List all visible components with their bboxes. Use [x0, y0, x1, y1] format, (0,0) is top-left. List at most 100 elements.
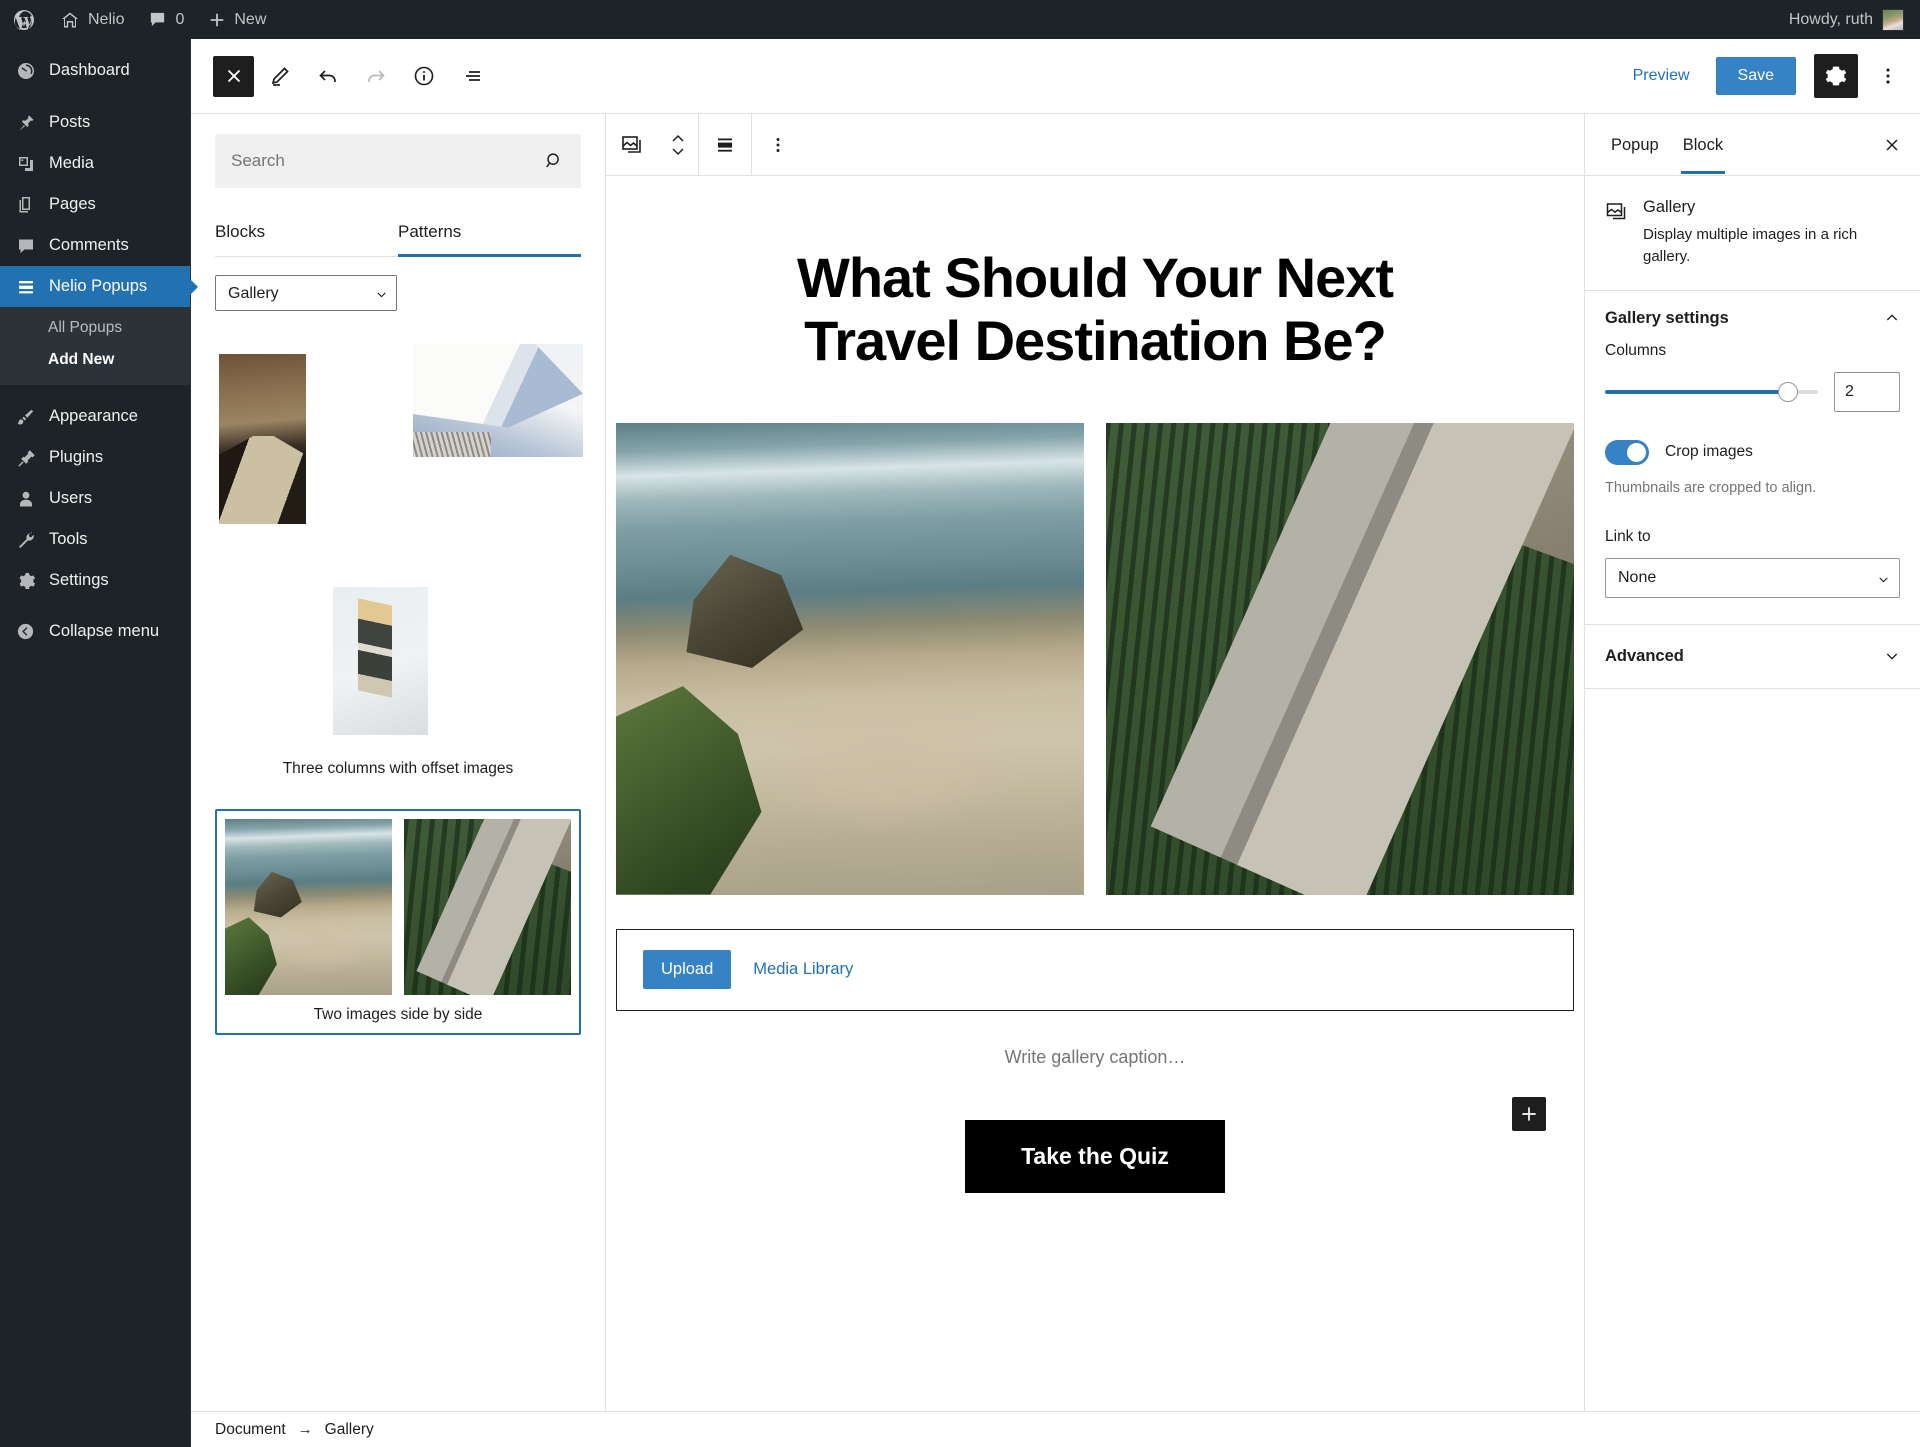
- pattern-thumb-image: [225, 819, 392, 995]
- user-icon: [15, 488, 36, 509]
- beach-rock-detail: [252, 872, 302, 918]
- details-button[interactable]: [402, 54, 446, 98]
- advanced-panel-header[interactable]: Advanced: [1605, 647, 1900, 666]
- sidebar-item-tools[interactable]: Tools: [0, 519, 190, 560]
- gallery-image-1[interactable]: [616, 423, 1084, 895]
- breadcrumb-item-document[interactable]: Document: [215, 1421, 286, 1439]
- pattern-three-columns-offset[interactable]: Three columns with offset images: [215, 339, 581, 787]
- align-button[interactable]: [699, 114, 751, 176]
- sidebar-item-appearance[interactable]: Appearance: [0, 396, 190, 437]
- brush-icon: [15, 406, 36, 427]
- pattern-preview: [215, 339, 581, 749]
- info-icon: [412, 64, 436, 88]
- account-menu[interactable]: Howdy, ruth: [1777, 9, 1920, 31]
- search-input[interactable]: [215, 151, 543, 171]
- sidebar-item-posts[interactable]: Posts: [0, 102, 190, 143]
- sidebar-item-media[interactable]: Media: [0, 143, 190, 184]
- columns-slider-thumb[interactable]: [1778, 382, 1798, 402]
- move-block-buttons[interactable]: [658, 114, 698, 176]
- settings-toggle-button[interactable]: [1814, 54, 1858, 98]
- undo-icon: [316, 64, 340, 88]
- block-card-title: Gallery: [1643, 198, 1900, 217]
- block-toolbar-group-block: [606, 114, 699, 176]
- close-sidebar-button[interactable]: [1872, 125, 1912, 165]
- pages-icon: [15, 194, 36, 215]
- tab-patterns-label: Patterns: [398, 222, 461, 241]
- pencil-icon: [268, 64, 292, 88]
- plus-icon: [208, 11, 226, 29]
- breadcrumb-item-gallery[interactable]: Gallery: [325, 1421, 374, 1439]
- take-the-quiz-button[interactable]: Take the Quiz: [965, 1120, 1225, 1193]
- preview-button[interactable]: Preview: [1619, 59, 1704, 93]
- collapse-menu-button[interactable]: Collapse menu: [0, 611, 190, 652]
- popups-icon: [15, 276, 36, 297]
- page-title[interactable]: What Should Your Next Travel Destination…: [606, 176, 1584, 373]
- undo-button[interactable]: [306, 54, 350, 98]
- sidebar-item-label: Posts: [49, 113, 90, 132]
- block-toolbar-group-options: [752, 114, 804, 176]
- comments-menu[interactable]: 0: [136, 0, 196, 39]
- pattern-two-images-side-by-side[interactable]: Two images side by side: [215, 809, 581, 1035]
- columns-slider[interactable]: [1605, 390, 1818, 394]
- media-library-button[interactable]: Media Library: [753, 960, 853, 979]
- sidebar-item-label: Plugins: [49, 448, 103, 467]
- gallery-settings-header[interactable]: Gallery settings: [1605, 309, 1900, 342]
- sidebar-item-label: Users: [49, 489, 92, 508]
- columns-slider-fill: [1605, 390, 1788, 394]
- redo-icon: [364, 64, 388, 88]
- block-toolbar-group-align: [699, 114, 752, 176]
- sidebar-item-settings[interactable]: Settings: [0, 560, 190, 601]
- site-name-menu[interactable]: Nelio: [48, 0, 136, 39]
- tab-popup[interactable]: Popup: [1599, 116, 1671, 173]
- new-content-menu[interactable]: New: [196, 0, 278, 39]
- tab-popup-label: Popup: [1611, 136, 1659, 154]
- edit-tool-button[interactable]: [258, 54, 302, 98]
- link-to-select-wrapper: None: [1605, 558, 1900, 598]
- more-options-button[interactable]: [1870, 54, 1906, 98]
- comment-bubble-icon: [148, 10, 167, 29]
- sidebar-item-label: Nelio Popups: [49, 277, 147, 296]
- submenu-item-add-new[interactable]: Add New: [0, 344, 190, 376]
- move-down-icon: [668, 146, 688, 157]
- list-view-button[interactable]: [450, 54, 494, 98]
- close-inserter-button[interactable]: [213, 56, 254, 97]
- comments-count: 0: [175, 11, 184, 29]
- gallery-image-2[interactable]: [1106, 423, 1574, 895]
- crop-images-toggle[interactable]: [1605, 440, 1649, 465]
- sidebar-item-dashboard[interactable]: Dashboard: [0, 50, 190, 91]
- plugin-icon: [15, 447, 36, 468]
- save-button[interactable]: Save: [1716, 57, 1796, 95]
- add-block-button[interactable]: [1512, 1097, 1546, 1131]
- sidebar-item-users[interactable]: Users: [0, 478, 190, 519]
- upload-button[interactable]: Upload: [643, 950, 731, 989]
- sidebar-item-plugins[interactable]: Plugins: [0, 437, 190, 478]
- sidebar-item-comments[interactable]: Comments: [0, 225, 190, 266]
- editor-header: Preview Save: [191, 39, 1920, 114]
- sidebar-item-pages[interactable]: Pages: [0, 184, 190, 225]
- search-icon[interactable]: [543, 150, 581, 172]
- block-toolbar: [606, 114, 1584, 176]
- sidebar-item-label: Media: [49, 154, 94, 173]
- pattern-category-select[interactable]: Gallery: [215, 275, 397, 311]
- site-name-label: Nelio: [88, 11, 124, 29]
- quiz-button-wrapper: Take the Quiz: [606, 1068, 1584, 1193]
- field-road-detail: [416, 819, 571, 995]
- submenu-item-all-popups[interactable]: All Popups: [0, 312, 190, 344]
- tab-blocks[interactable]: Blocks: [215, 214, 398, 256]
- redo-button[interactable]: [354, 54, 398, 98]
- tab-patterns[interactable]: Patterns: [398, 214, 581, 256]
- menu-spacer: [0, 39, 190, 50]
- field-road-detail: [1151, 423, 1574, 895]
- gallery-caption-input[interactable]: Write gallery caption…: [606, 1011, 1584, 1068]
- close-icon: [223, 65, 245, 87]
- sidebar-item-nelio-popups[interactable]: Nelio Popups: [0, 266, 190, 307]
- gallery-block[interactable]: [606, 373, 1584, 895]
- breadcrumb-separator: →: [298, 1421, 313, 1438]
- block-type-button[interactable]: [606, 114, 658, 176]
- wp-logo-menu[interactable]: [0, 0, 48, 39]
- link-to-select[interactable]: None: [1605, 558, 1900, 598]
- columns-number-input[interactable]: [1834, 372, 1900, 412]
- block-toolbar-inner: [606, 114, 804, 176]
- tab-block[interactable]: Block: [1671, 116, 1735, 173]
- block-options-button[interactable]: [752, 114, 804, 176]
